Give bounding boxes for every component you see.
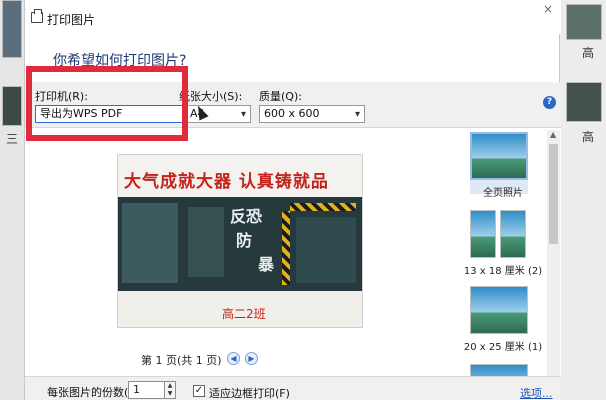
previous-page-button[interactable]: ◀ — [227, 352, 240, 365]
title-bar: 打印图片 × — [25, 0, 561, 34]
background-right-strip: 高 高 — [560, 0, 606, 400]
background-label: 三 — [6, 132, 19, 146]
background-label: 高 — [582, 130, 595, 144]
layout-item-13x18[interactable]: 13 x 18 厘米 (2) — [464, 210, 542, 277]
chevron-down-icon: ▾ — [240, 109, 246, 120]
quality-label: 质量(Q): — [259, 90, 302, 103]
window-title: 打印图片 — [47, 13, 96, 27]
board-title-2: 防 — [236, 231, 253, 250]
background-photo — [566, 4, 602, 40]
background-photo — [2, 86, 22, 126]
chevron-down-icon: ▾ — [354, 109, 360, 120]
bottom-options-bar: 每张图片的份数(C): 1 ▲ ▼ ✓ 适应边框打印(F) 选项... — [25, 376, 561, 400]
fit-to-frame-checkbox[interactable]: ✓ — [193, 385, 205, 397]
print-pictures-dialog: 打印图片 × 你希望如何打印图片? 打印机(R): 导出为WPS PDF 纸张大… — [24, 0, 561, 400]
paper-size-label: 纸张大小(S): — [179, 90, 243, 103]
background-label: 高 — [582, 46, 595, 60]
board-figure — [122, 203, 178, 283]
layout-item-full-page[interactable]: 全页照片 — [470, 132, 528, 199]
quality-value: 600 x 600 — [264, 107, 320, 120]
board-text-block — [188, 207, 224, 277]
fit-to-frame-label: 适应边框打印(F) — [209, 387, 290, 400]
board-title-1: 反恐 — [230, 207, 263, 226]
background-left-strip: 三 — [0, 0, 24, 400]
layout-item-20x25[interactable]: 20 x 25 厘米 (1) — [464, 286, 542, 353]
layout-thumbnail — [470, 132, 528, 180]
help-icon[interactable]: ? — [543, 96, 556, 109]
layout-label: 20 x 25 厘米 (1) — [463, 342, 543, 353]
scrollbar-thumb[interactable] — [549, 144, 558, 244]
next-page-button[interactable]: ▶ — [245, 352, 258, 365]
printer-highlight-box — [26, 66, 188, 141]
copies-stepper[interactable]: ▲ ▼ — [164, 381, 176, 399]
preview-class-label: 高二2班 — [222, 307, 266, 321]
board-text-block — [296, 217, 356, 283]
layout-thumbnail — [470, 210, 496, 258]
options-link[interactable]: 选项... — [520, 385, 553, 400]
scroll-up-icon[interactable]: ▲ — [550, 130, 556, 139]
board-border — [290, 203, 356, 211]
layout-thumbnail — [470, 286, 528, 334]
layout-thumbnail — [500, 210, 526, 258]
print-preview: 大气成就大器 认真铸就品 反恐 防 暴 高二2班 — [117, 154, 363, 328]
printer-icon — [31, 9, 43, 23]
preview-banner: 大气成就大器 认真铸就品 — [118, 155, 362, 197]
copies-input[interactable]: 1 — [128, 381, 166, 399]
preview-footer: 高二2班 — [118, 291, 362, 327]
layout-label: 13 x 18 厘米 (2) — [463, 266, 543, 277]
board-border — [282, 211, 290, 285]
quality-select[interactable]: 600 x 600 ▾ — [259, 105, 365, 123]
board-title-3: 暴 — [258, 255, 275, 274]
layout-scrollbar[interactable]: ▲ — [547, 130, 560, 382]
close-icon[interactable]: × — [543, 2, 553, 16]
layout-list: 全页照片 13 x 18 厘米 (2) 20 x 25 厘米 (1) — [455, 128, 561, 382]
layout-label: 全页照片 — [483, 188, 523, 199]
preview-banner-text: 大气成就大器 认真铸就品 — [124, 172, 329, 192]
preview-blackboard: 反恐 防 暴 — [118, 197, 362, 291]
background-photo — [2, 0, 22, 58]
page-info: 第 1 页(共 1 页) — [141, 354, 222, 367]
background-photo — [566, 82, 602, 122]
